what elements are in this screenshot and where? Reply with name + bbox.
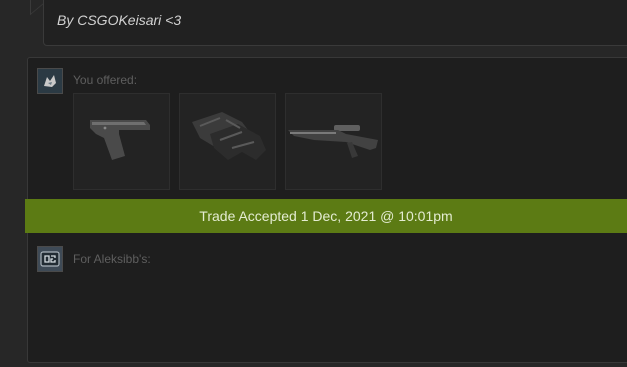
pistol-icon — [90, 120, 150, 160]
offered-item-pistol[interactable] — [73, 93, 170, 190]
trade-message-text: By CSGOKeisari <3 — [57, 12, 182, 28]
offered-item-gloves[interactable] — [179, 93, 276, 190]
trade-accepted-text: Trade Accepted 1 Dec, 2021 @ 10:01pm — [199, 208, 453, 224]
partner-avatar[interactable] — [37, 246, 63, 272]
you-offered-label: You offered: — [73, 73, 138, 87]
wolf-avatar-icon — [38, 69, 62, 93]
gloves-icon — [192, 112, 266, 160]
trade-accepted-banner: Trade Accepted 1 Dec, 2021 @ 10:01pm — [25, 199, 627, 233]
sniper-rifle-icon — [288, 125, 378, 158]
your-avatar[interactable] — [37, 68, 63, 94]
og-logo-avatar-icon — [38, 247, 62, 271]
offered-item-sniper-rifle[interactable] — [285, 93, 382, 190]
for-partner-label: For Aleksibb's: — [73, 252, 151, 266]
